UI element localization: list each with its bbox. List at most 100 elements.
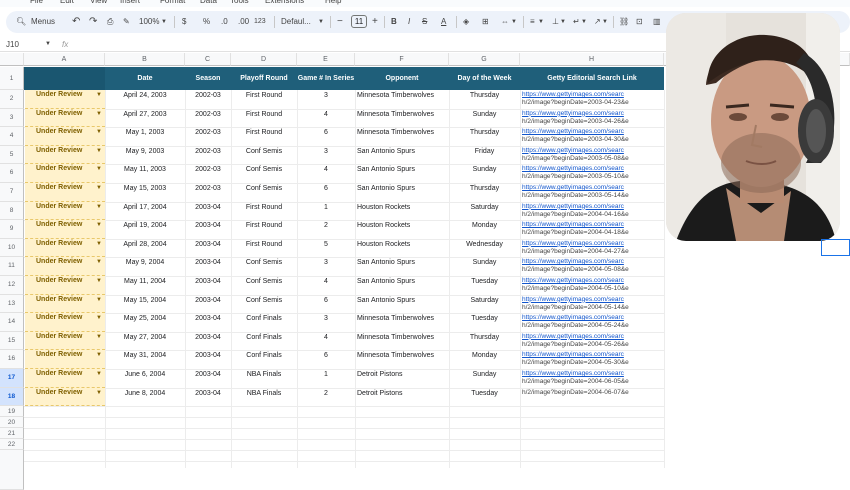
- getty-link-cell[interactable]: https://www.gettyimages.com/searc h/2/ima…: [522, 91, 662, 110]
- day-of-week-cell[interactable]: Tuesday: [449, 309, 520, 328]
- day-of-week-cell[interactable]: Tuesday: [449, 384, 520, 403]
- game-number-cell[interactable]: 3: [297, 142, 355, 161]
- chevron-down-icon[interactable]: ▼: [96, 313, 102, 323]
- getty-link[interactable]: https://www.gettyimages.com/searc: [522, 165, 662, 173]
- row-header[interactable]: 1: [0, 67, 24, 90]
- date-cell[interactable]: April 17, 2004: [105, 198, 185, 217]
- game-number-cell[interactable]: 5: [297, 235, 355, 254]
- game-number-cell[interactable]: 4: [297, 160, 355, 179]
- getty-link[interactable]: https://www.gettyimages.com/searc: [522, 110, 662, 118]
- getty-link-cell[interactable]: https://www.gettyimages.com/searc h/2/ima…: [522, 370, 662, 389]
- status-dropdown[interactable]: Under Review ▼: [25, 276, 105, 295]
- menu-extensions[interactable]: Extensions: [265, 0, 304, 5]
- horizontal-align-icon[interactable]: ≡: [530, 16, 535, 28]
- status-dropdown[interactable]: Under Review ▼: [25, 331, 105, 351]
- getty-link[interactable]: https://www.gettyimages.com/searc: [522, 203, 662, 211]
- status-dropdown[interactable]: Under Review ▼: [25, 387, 105, 407]
- getty-link-continued[interactable]: h/2/image?beginDate=2004-05-30&e: [522, 359, 629, 366]
- getty-link-cell[interactable]: https://www.gettyimages.com/searc h/2/ima…: [522, 165, 662, 184]
- getty-link[interactable]: https://www.gettyimages.com/searc: [522, 277, 662, 285]
- day-of-week-cell[interactable]: Thursday: [449, 123, 520, 142]
- game-number-cell[interactable]: 2: [297, 216, 355, 235]
- column-header-d[interactable]: D: [231, 53, 297, 66]
- season-cell[interactable]: 2003-04: [185, 272, 231, 291]
- opponent-cell[interactable]: Minnesota Timberwolves: [355, 105, 449, 124]
- selected-cell[interactable]: [821, 239, 850, 256]
- font-select[interactable]: Defaul...: [281, 16, 311, 28]
- day-of-week-cell[interactable]: Saturday: [449, 291, 520, 310]
- playoff-round-cell[interactable]: First Round: [231, 86, 297, 105]
- playoff-round-cell[interactable]: First Round: [231, 105, 297, 124]
- opponent-cell[interactable]: Minnesota Timberwolves: [355, 309, 449, 328]
- paint-format-icon[interactable]: ✎: [123, 16, 130, 28]
- game-number-cell[interactable]: 6: [297, 346, 355, 365]
- chevron-down-icon[interactable]: ▼: [96, 127, 102, 137]
- playoff-round-cell[interactable]: Conf Semis: [231, 142, 297, 161]
- date-cell[interactable]: April 28, 2004: [105, 235, 185, 254]
- getty-link[interactable]: https://www.gettyimages.com/searc: [522, 258, 662, 266]
- day-of-week-cell[interactable]: Thursday: [449, 179, 520, 198]
- status-dropdown[interactable]: Under Review ▼: [25, 238, 105, 258]
- menu-tools[interactable]: Tools: [230, 0, 249, 5]
- getty-link-cell[interactable]: https://www.gettyimages.com/searc h/2/ima…: [522, 351, 662, 370]
- getty-link-cell[interactable]: https://www.gettyimages.com/searc h/2/ima…: [522, 314, 662, 333]
- playoff-round-cell[interactable]: Conf Semis: [231, 160, 297, 179]
- playoff-round-cell[interactable]: First Round: [231, 216, 297, 235]
- date-cell[interactable]: May 15, 2003: [105, 179, 185, 198]
- date-cell[interactable]: April 19, 2004: [105, 216, 185, 235]
- date-cell[interactable]: May 25, 2004: [105, 309, 185, 328]
- game-number-cell[interactable]: 2: [297, 384, 355, 403]
- date-cell[interactable]: May 15, 2004: [105, 291, 185, 310]
- row-header[interactable]: 15: [0, 331, 24, 351]
- row-header[interactable]: 8: [0, 201, 24, 221]
- row-header[interactable]: 22: [0, 439, 24, 451]
- game-number-cell[interactable]: 6: [297, 179, 355, 198]
- opponent-cell[interactable]: Minnesota Timberwolves: [355, 346, 449, 365]
- getty-link-continued[interactable]: h/2/image?beginDate=2003-04-23&e: [522, 99, 629, 106]
- chevron-down-icon[interactable]: ▼: [96, 257, 102, 267]
- getty-link-continued[interactable]: h/2/image?beginDate=2004-05-10&e: [522, 285, 629, 292]
- row-header[interactable]: 14: [0, 313, 24, 332]
- getty-link-cell[interactable]: https://www.gettyimages.com/searc h/2/ima…: [522, 110, 662, 129]
- column-header-c[interactable]: C: [185, 53, 231, 66]
- getty-link-continued[interactable]: h/2/image?beginDate=2004-04-16&e: [522, 211, 629, 218]
- getty-link-cell[interactable]: https://www.gettyimages.com/searc h/2/ima…: [522, 128, 662, 147]
- season-cell[interactable]: 2003-04: [185, 365, 231, 384]
- date-cell[interactable]: April 24, 2003: [105, 86, 185, 105]
- season-cell[interactable]: 2003-04: [185, 328, 231, 347]
- insert-chart-icon[interactable]: ▥: [653, 16, 661, 28]
- row-header[interactable]: 19: [0, 406, 24, 418]
- game-number-cell[interactable]: 6: [297, 291, 355, 310]
- menus-search[interactable]: Menus: [31, 16, 55, 28]
- status-dropdown[interactable]: Under Review ▼: [25, 369, 105, 388]
- getty-link-continued[interactable]: h/2/image?beginDate=2004-05-14&e: [522, 304, 629, 311]
- season-cell[interactable]: 2003-04: [185, 309, 231, 328]
- playoff-round-cell[interactable]: Conf Finals: [231, 309, 297, 328]
- playoff-round-cell[interactable]: Conf Semis: [231, 253, 297, 272]
- season-cell[interactable]: 2002-03: [185, 179, 231, 198]
- opponent-cell[interactable]: Houston Rockets: [355, 235, 449, 254]
- menu-edit[interactable]: Edit: [60, 0, 74, 5]
- day-of-week-cell[interactable]: Sunday: [449, 365, 520, 384]
- halign-chevron-icon[interactable]: ▼: [538, 16, 544, 28]
- season-cell[interactable]: 2003-04: [185, 346, 231, 365]
- opponent-cell[interactable]: San Antonio Spurs: [355, 272, 449, 291]
- rotation-chevron-icon[interactable]: ▼: [602, 16, 608, 28]
- chevron-down-icon[interactable]: ▼: [96, 220, 102, 230]
- insert-link-icon[interactable]: ⛓: [619, 16, 629, 28]
- game-number-cell[interactable]: 3: [297, 86, 355, 105]
- getty-link-cell[interactable]: https://www.gettyimages.com/searc h/2/ima…: [522, 203, 662, 222]
- search-icon[interactable]: 🔍︎: [16, 16, 26, 28]
- game-number-cell[interactable]: 4: [297, 105, 355, 124]
- getty-link[interactable]: https://www.gettyimages.com/searc: [522, 128, 662, 136]
- day-of-week-cell[interactable]: Sunday: [449, 160, 520, 179]
- menu-view[interactable]: View: [90, 0, 107, 5]
- header-cell-a[interactable]: [24, 67, 105, 90]
- strikethrough-button[interactable]: S: [422, 16, 427, 28]
- getty-link[interactable]: https://www.gettyimages.com/searc: [522, 240, 662, 248]
- date-cell[interactable]: May 11, 2004: [105, 272, 185, 291]
- column-header-h[interactable]: H: [520, 53, 664, 66]
- row-header[interactable]: 11: [0, 257, 24, 276]
- getty-link-continued[interactable]: h/2/image?beginDate=2004-05-26&e: [522, 341, 629, 348]
- status-dropdown[interactable]: Under Review ▼: [25, 127, 105, 146]
